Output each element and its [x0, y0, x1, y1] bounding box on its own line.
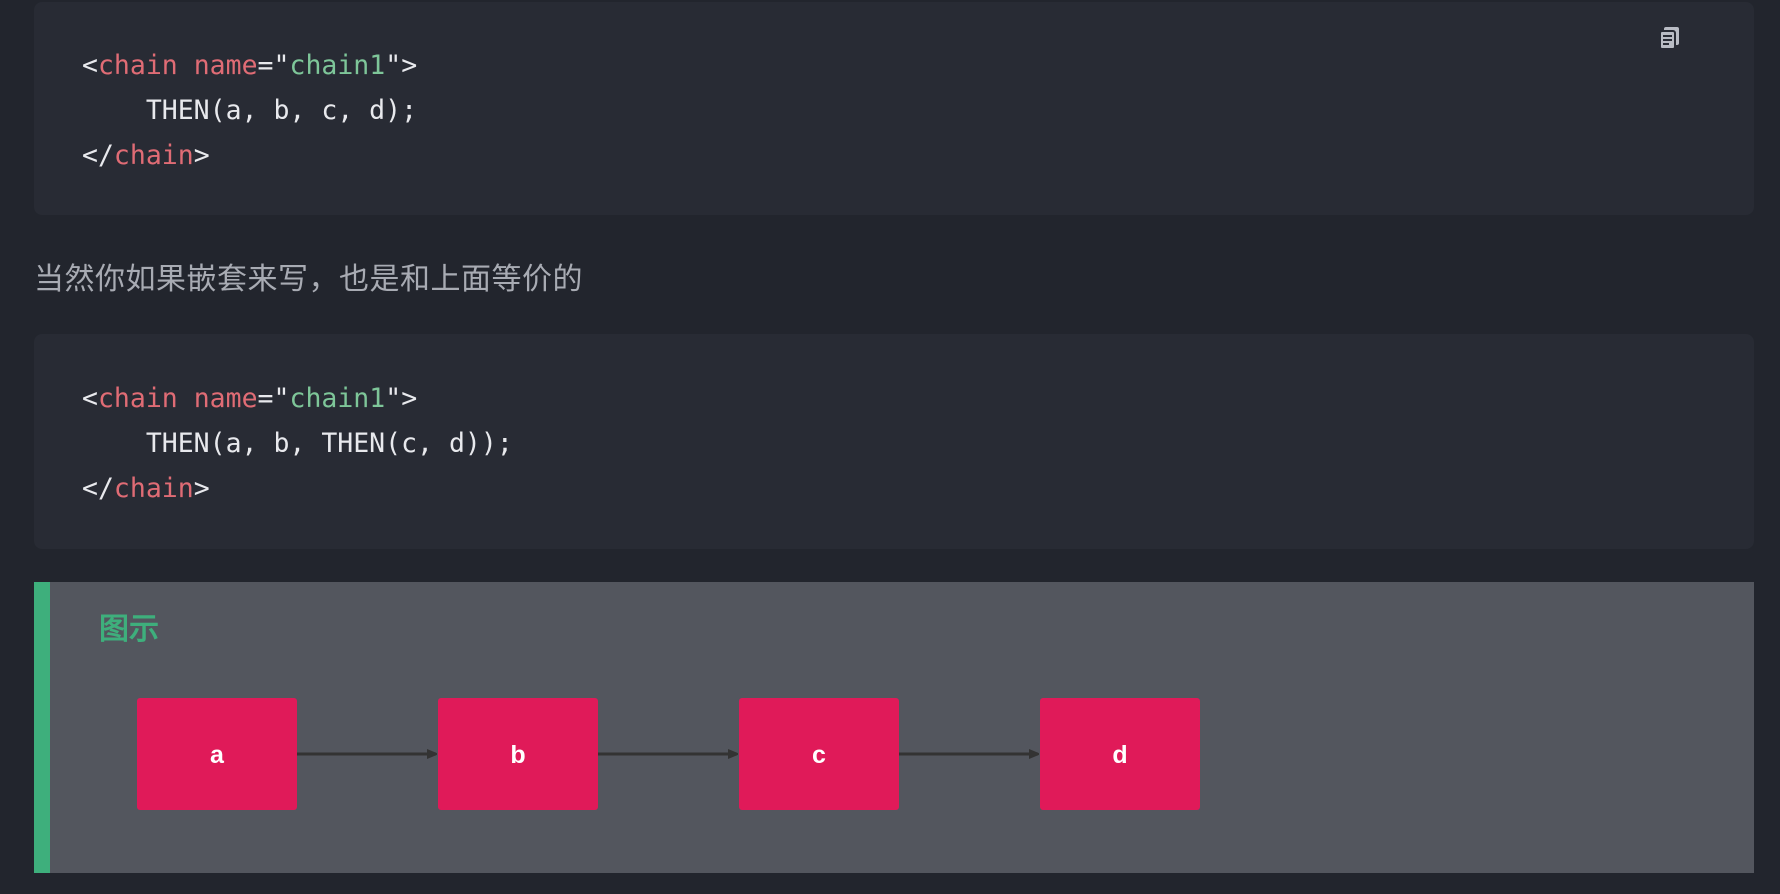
code-token-punct: >: [193, 140, 210, 171]
code-line: THEN(a, b, c, d);: [82, 88, 1754, 133]
flow-diagram: a b c d: [137, 698, 1200, 810]
code-token-str: chain1: [289, 383, 386, 414]
code-token-punct: =: [257, 50, 274, 81]
code-block: <chain name="chain1"> THEN(a, b, THEN(c,…: [34, 334, 1754, 549]
code-token-punct: </: [82, 140, 114, 171]
diagram-panel: 图示 abcd: [34, 582, 1754, 873]
paragraph-text: 当然你如果嵌套来写，也是和上面等价的: [34, 262, 583, 297]
code-token-punct: >: [401, 50, 418, 81]
flow-node-label: a: [210, 741, 225, 769]
code-token-punct: </: [82, 473, 114, 504]
flow-node-c: c: [739, 698, 899, 810]
page: <chain name="chain1"> THEN(a, b, c, d); <…: [0, 0, 1780, 894]
code-token-punct: ": [273, 50, 290, 81]
code-token-punct: ": [385, 50, 402, 81]
code-token-punct: ": [385, 383, 402, 414]
copy-icon: [1659, 27, 1679, 50]
flow-node-b: b: [438, 698, 598, 810]
code-lines: <chain name="chain1"> THEN(a, b, c, d); <…: [82, 2, 1754, 178]
code-token-punct: <: [82, 50, 98, 81]
code-token-punct: <: [82, 383, 98, 414]
code-line: <chain name="chain1">: [82, 43, 1754, 88]
code-lines: <chain name="chain1"> THEN(a, b, THEN(c,…: [82, 334, 1754, 511]
code-token-attr: name: [193, 50, 258, 81]
flow-node-d: d: [1040, 698, 1200, 810]
copy-button[interactable]: [1656, 24, 1684, 52]
code-token-punct: =: [257, 383, 274, 414]
code-token-str: chain1: [289, 50, 386, 81]
code-token-plain: THEN(a, b, THEN(c, d));: [82, 428, 513, 459]
code-line: </chain>: [82, 133, 1754, 178]
flow-node-label: d: [1112, 741, 1127, 769]
code-token-tag: chain: [97, 383, 178, 414]
code-token-tag: chain: [113, 473, 194, 504]
code-token-attr: name: [193, 383, 258, 414]
flow-node-label: c: [812, 741, 826, 769]
code-token-punct: >: [401, 383, 418, 414]
code-line: </chain>: [82, 466, 1754, 511]
code-token-punct: ": [273, 383, 290, 414]
code-token-plain: THEN(a, b, c, d);: [82, 95, 418, 126]
flow-node-label: b: [510, 741, 525, 769]
code-token-tag: chain: [97, 50, 178, 81]
flow-node-a: a: [137, 698, 297, 810]
code-line: <chain name="chain1">: [82, 376, 1754, 421]
code-token-tag: chain: [113, 140, 194, 171]
code-line: THEN(a, b, THEN(c, d));: [82, 421, 1754, 466]
code-block: <chain name="chain1"> THEN(a, b, c, d); <…: [34, 2, 1754, 215]
code-token-punct: >: [193, 473, 210, 504]
